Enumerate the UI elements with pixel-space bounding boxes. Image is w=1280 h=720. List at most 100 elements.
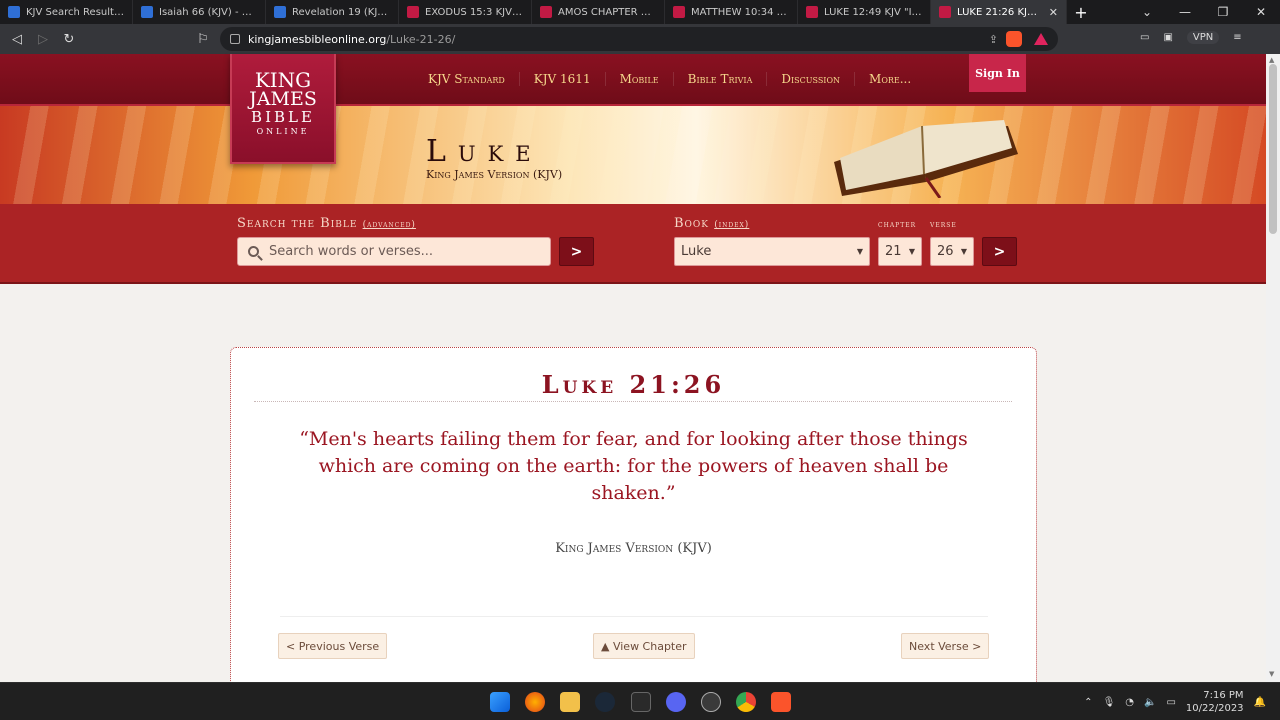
- menu-discussion[interactable]: Discussion: [766, 72, 854, 86]
- windows-taskbar: ⌃ 🎙 ◔ 🔈 ▭ 7:16 PM 10/22/2023 🔔: [0, 682, 1280, 720]
- search-submit-button[interactable]: >: [559, 237, 594, 266]
- brave-rewards-icon[interactable]: [1034, 33, 1048, 45]
- toolbar-right: ▭ ▣ VPN ≡: [1140, 31, 1242, 44]
- browser-tab[interactable]: LUKE 12:49 KJV "I am co: [798, 0, 931, 24]
- verse-text: “Men's hearts failing them for fear, and…: [299, 428, 968, 504]
- scroll-down-icon[interactable]: ▼: [1269, 670, 1274, 678]
- page-scrollbar[interactable]: ▲ ▼: [1266, 54, 1280, 682]
- maximize-icon[interactable]: ❐: [1204, 5, 1242, 19]
- menu-more[interactable]: More...: [854, 72, 925, 86]
- back-icon[interactable]: ◁: [4, 32, 30, 47]
- discord-icon[interactable]: [666, 692, 686, 712]
- address-bar[interactable]: kingjamesbibleonline.org/Luke-21-26/ ⇪: [220, 27, 1058, 51]
- chevron-right-icon: >: [570, 243, 583, 260]
- scroll-up-icon[interactable]: ▲: [1269, 56, 1274, 64]
- browser-tab[interactable]: Revelation 19 (KJV) - An: [266, 0, 399, 24]
- notification-icon[interactable]: 🔔: [1254, 697, 1266, 708]
- view-chapter-button[interactable]: ▲ View Chapter: [593, 633, 695, 659]
- go-to-verse-button[interactable]: >: [982, 237, 1017, 266]
- epic-games-icon[interactable]: [631, 692, 651, 712]
- banner-rays: [0, 106, 1266, 204]
- bible-app-icon: [8, 6, 20, 18]
- chevron-down-icon: ▼: [960, 247, 967, 256]
- browser-tab[interactable]: MATTHEW 10:34 KJV "Th: [665, 0, 798, 24]
- verse-reference: Luke 21:26: [541, 370, 726, 399]
- menu-mobile[interactable]: Mobile: [604, 72, 673, 86]
- sign-in-button[interactable]: Sign In: [969, 54, 1026, 92]
- search-strip: [0, 204, 1266, 284]
- open-bible-icon: [834, 120, 1018, 198]
- browser-toolbar: ◁ ▷ ↻ ⚐ kingjamesbibleonline.org/Luke-21…: [0, 24, 1280, 54]
- microphone-icon[interactable]: 🎙: [1103, 697, 1116, 708]
- file-explorer-icon[interactable]: [560, 692, 580, 712]
- kjv-site-icon: [673, 6, 685, 18]
- app-icon[interactable]: [701, 692, 721, 712]
- divider: [254, 401, 1012, 402]
- book-select[interactable]: Luke ▼: [674, 237, 870, 266]
- window-controls: ⌄ — ❐ ✕: [1128, 0, 1280, 24]
- steam-icon[interactable]: [595, 692, 615, 712]
- bible-app-icon: [141, 6, 153, 18]
- menu-bible-trivia[interactable]: Bible Trivia: [672, 72, 767, 86]
- reload-icon[interactable]: ↻: [56, 32, 82, 47]
- chevron-down-icon: ▼: [908, 247, 915, 256]
- site-logo[interactable]: KING JAMES BIBLE ONLINE: [230, 54, 336, 164]
- divider: [280, 616, 988, 617]
- kjv-site-icon: [407, 6, 419, 18]
- volume-icon[interactable]: 🔈: [1144, 697, 1156, 708]
- next-verse-button[interactable]: Next Verse >: [901, 633, 990, 659]
- browser-tab[interactable]: KJV Search Results for "s: [0, 0, 133, 24]
- new-tab-icon[interactable]: +: [1067, 0, 1095, 24]
- forward-icon[interactable]: ▷: [30, 32, 56, 47]
- close-tab-icon[interactable]: ✕: [1049, 6, 1058, 19]
- search-input[interactable]: Search words or verses...: [237, 237, 551, 266]
- menu-kjv-1611[interactable]: KJV 1611: [518, 72, 605, 86]
- menu-kjv-standard[interactable]: KJV Standard: [414, 72, 519, 86]
- bible-app-icon: [274, 6, 286, 18]
- chevron-up-icon[interactable]: ⌃: [1084, 697, 1092, 708]
- brave-shields-icon[interactable]: [1006, 31, 1022, 47]
- system-clock[interactable]: 7:16 PM 10/22/2023: [1186, 689, 1244, 715]
- minimize-icon[interactable]: —: [1166, 5, 1204, 19]
- browser-tab[interactable]: EXODUS 15:3 KJV "The L: [399, 0, 532, 24]
- site-info-icon[interactable]: [230, 34, 240, 44]
- browser-tab[interactable]: AMOS CHAPTER 5 KJV: [532, 0, 665, 24]
- menu-icon[interactable]: ≡: [1233, 32, 1241, 43]
- close-window-icon[interactable]: ✕: [1242, 5, 1280, 19]
- search-label: Search the Bible (advanced): [237, 216, 416, 231]
- scrollbar-thumb[interactable]: [1269, 64, 1277, 234]
- firefox-icon[interactable]: [525, 692, 545, 712]
- search-icon: [248, 246, 259, 257]
- url-path: /Luke-21-26/: [386, 32, 456, 46]
- book-index-link[interactable]: (index): [714, 220, 749, 230]
- browser-tabbar: KJV Search Results for "s Isaiah 66 (KJV…: [0, 0, 1280, 24]
- brave-icon[interactable]: [771, 692, 791, 712]
- chevron-down-icon[interactable]: ⌄: [1128, 5, 1166, 19]
- browser-tab[interactable]: Isaiah 66 (KJV) - Thus sa: [133, 0, 266, 24]
- chrome-icon[interactable]: [736, 692, 756, 712]
- search-placeholder: Search words or verses...: [269, 244, 434, 259]
- bookmark-icon[interactable]: ⚐: [190, 32, 216, 47]
- book-subtitle: King James Version (KJV): [426, 168, 563, 181]
- kjv-site-icon: [540, 6, 552, 18]
- kjv-site-icon: [806, 6, 818, 18]
- verse-select[interactable]: 26 ▼: [930, 237, 974, 266]
- url-host: kingjamesbibleonline.org: [248, 32, 387, 46]
- system-tray: ⌃ 🎙 ◔ 🔈 ▭ 7:16 PM 10/22/2023 🔔: [1084, 689, 1266, 715]
- battery-icon[interactable]: ▭: [1166, 697, 1175, 708]
- vpn-button[interactable]: VPN: [1186, 31, 1220, 44]
- windows-start-icon[interactable]: [490, 692, 510, 712]
- share-icon[interactable]: ⇪: [989, 33, 998, 46]
- chevron-down-icon: ▼: [856, 247, 863, 256]
- book-title: Luke: [426, 134, 543, 169]
- sidebar-icon[interactable]: ▭: [1140, 32, 1149, 43]
- wallet-icon[interactable]: ▣: [1163, 32, 1172, 43]
- chevron-right-icon: >: [993, 243, 1006, 260]
- wifi-icon[interactable]: ◔: [1125, 697, 1134, 708]
- book-label: Book (index): [674, 216, 750, 231]
- browser-tab-active[interactable]: LUKE 21:26 KJV "Me✕: [931, 0, 1067, 24]
- advanced-search-link[interactable]: (advanced): [363, 220, 416, 230]
- chapter-label: chapter: [878, 220, 917, 229]
- previous-verse-button[interactable]: < Previous Verse: [278, 633, 388, 659]
- chapter-select[interactable]: 21 ▼: [878, 237, 922, 266]
